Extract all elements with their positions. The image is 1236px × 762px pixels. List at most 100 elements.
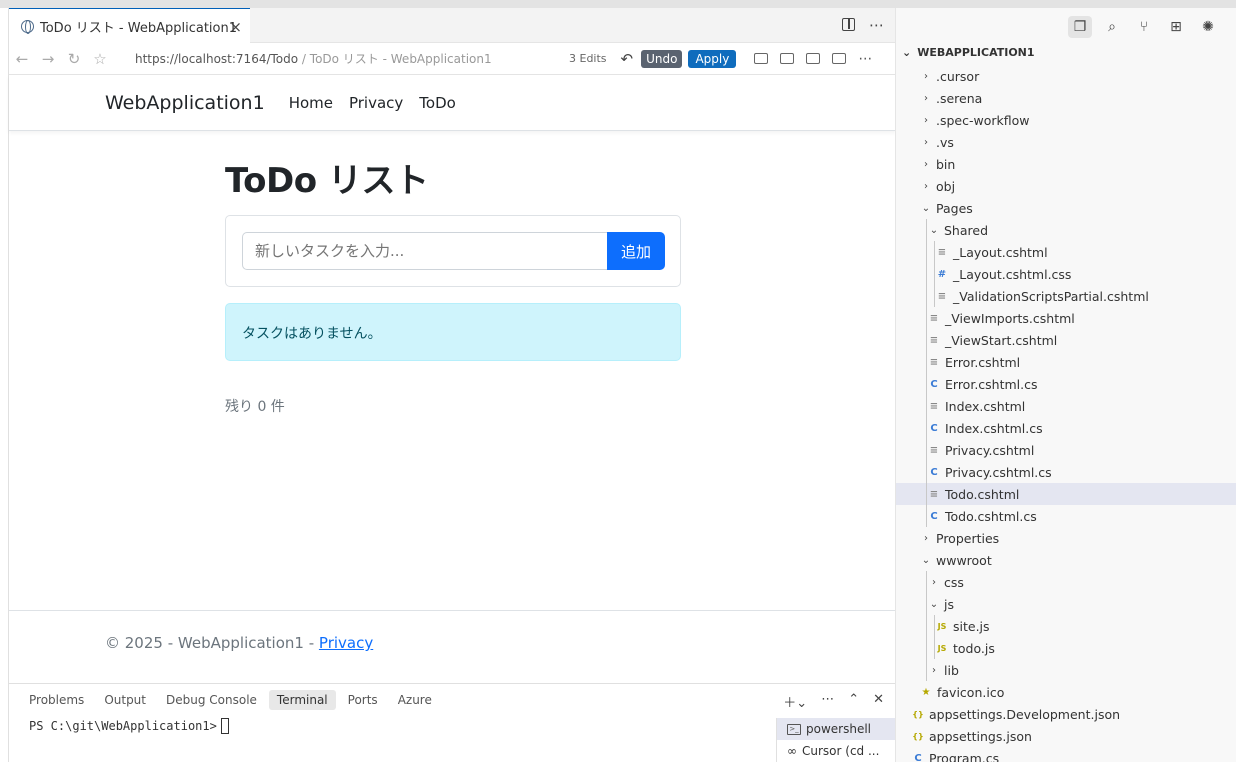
tree-item[interactable]: › Properties [896,527,1236,549]
file-lines-icon: ≡ [937,246,947,258]
indent-guide [926,637,927,659]
site-brand[interactable]: WebApplication1 [105,92,265,114]
terminal-item-powershell[interactable]: >_ powershell [777,718,896,740]
search-icon[interactable]: ⌕ [1100,16,1124,38]
chevron-right-icon: › [924,92,928,104]
tree-item-label: .vs [936,134,954,150]
nav-home[interactable]: Home [289,94,333,112]
tab-azure[interactable]: Azure [390,690,440,710]
tree-item[interactable]: JS site.js [896,615,1236,637]
tree-item[interactable]: ≡ Privacy.cshtml [896,439,1236,461]
maximize-panel-icon[interactable]: ⌃ [848,692,859,711]
files-icon[interactable]: ❐ [1068,16,1092,38]
tree-item-label: wwwroot [936,552,992,568]
task-input[interactable] [242,232,608,270]
tree-item[interactable]: › .spec-workflow [896,109,1236,131]
tree-item[interactable]: › .cursor [896,65,1236,87]
forward-icon[interactable]: → [35,50,61,68]
window-top-strip [0,0,1236,8]
tab-output[interactable]: Output [96,690,154,710]
empty-alert: タスクはありません。 [225,303,681,361]
close-panel-icon[interactable]: ✕ [873,692,884,711]
nav-todo[interactable]: ToDo [419,94,456,112]
tree-item[interactable]: C Error.cshtml.cs [896,373,1236,395]
panel-more-icon[interactable]: ⋯ [821,692,834,711]
explorer-title: WEBAPPLICATION1 [917,46,1035,59]
tree-item[interactable]: ≡ Index.cshtml [896,395,1236,417]
browser-tab-title: ToDo リスト - WebApplication1 [40,21,237,36]
tab-ports[interactable]: Ports [340,690,386,710]
tree-item[interactable]: C Privacy.cshtml.cs [896,461,1236,483]
tree-item[interactable]: # _Layout.cshtml.css [896,263,1236,285]
tree-item[interactable]: ⌄ Shared [896,219,1236,241]
tree-item-label: _ViewStart.cshtml [945,332,1058,348]
json-braces-icon: {} [912,709,924,719]
sidebar-toggle-icon[interactable] [832,53,847,64]
terminal-name: Cursor (cd ... [802,744,880,758]
split-editor-icon[interactable] [842,18,855,31]
sidebar-toolbar: ❐ ⌕ ⑂ ⊞ ✺ [1068,16,1220,38]
tree-item[interactable]: › .serena [896,87,1236,109]
tree-item[interactable]: ≡ Todo.cshtml [896,483,1236,505]
more-actions-icon[interactable]: ⋯ [869,16,884,34]
tree-item[interactable]: ≡ _ValidationScriptsPartial.cshtml [896,285,1236,307]
tree-item[interactable]: ≡ Error.cshtml [896,351,1236,373]
tree-item[interactable]: {} appsettings.Development.json [896,703,1236,725]
undo-button[interactable]: Undo [641,49,683,68]
editor-tab-bar: ToDo リスト - WebApplication1 × ⋯ [9,8,896,44]
close-icon[interactable]: × [229,18,242,36]
tree-item[interactable]: C Program.cs [896,747,1236,762]
tree-item[interactable]: ⌄ wwwroot [896,549,1236,571]
indent-guide [926,373,927,395]
javascript-icon: JS [937,621,947,631]
source-control-icon[interactable]: ⑂ [1132,16,1156,38]
console-icon[interactable] [806,53,821,64]
screenshot-icon[interactable] [780,53,795,64]
apply-button[interactable]: Apply [688,49,737,68]
star-icon[interactable]: ☆ [87,50,113,68]
tree-item[interactable]: ★ favicon.ico [896,681,1236,703]
tree-item[interactable]: › bin [896,153,1236,175]
terminal-item-cursor[interactable]: ∞ Cursor (cd ... [777,740,896,762]
tree-item[interactable]: ≡ _ViewStart.cshtml [896,329,1236,351]
add-button[interactable]: 追加 [607,232,665,270]
tree-item[interactable]: C Todo.cshtml.cs [896,505,1236,527]
chevron-right-icon: › [924,70,928,82]
tab-problems[interactable]: Problems [21,690,92,710]
tab-debug-console[interactable]: Debug Console [158,690,265,710]
tree-item[interactable]: › .vs [896,131,1236,153]
file-tree: › .cursor › .serena › .spec-workflow › .vs › bin ›… [896,65,1236,762]
ai-assistant-icon[interactable]: ✺ [1196,16,1220,38]
select-element-icon[interactable] [754,53,769,64]
tree-item[interactable]: ≡ _ViewImports.cshtml [896,307,1236,329]
tree-item[interactable]: › css [896,571,1236,593]
browser-tab[interactable]: ToDo リスト - WebApplication1 × [9,8,250,44]
tree-item-label: .serena [936,90,983,106]
undo-icon[interactable]: ↶ [621,50,634,68]
url-field[interactable]: https://localhost:7164/Todo / ToDo リスト -… [135,50,565,67]
chevron-right-icon: › [924,158,928,170]
tree-item[interactable]: › lib [896,659,1236,681]
javascript-icon: JS [937,643,947,653]
terminal-output[interactable]: PS C:\git\WebApplication1> [29,718,229,734]
extensions-icon[interactable]: ⊞ [1164,16,1188,38]
reload-icon[interactable]: ↻ [61,50,87,68]
back-icon[interactable]: ← [9,50,35,68]
new-terminal-icon[interactable]: ＋⌄ [783,692,807,711]
chevron-right-icon: › [924,114,928,126]
tree-item[interactable]: ≡ _Layout.cshtml [896,241,1236,263]
tree-item[interactable]: › obj [896,175,1236,197]
footer-privacy-link[interactable]: Privacy [319,634,373,652]
tree-item[interactable]: {} appsettings.json [896,725,1236,747]
explorer-header[interactable]: ⌄ WEBAPPLICATION1 [902,46,1035,59]
tree-item[interactable]: ⌄ js [896,593,1236,615]
indent-guide [926,593,927,615]
browser-more-icon[interactable]: ⋯ [858,51,872,67]
tree-item[interactable]: C Index.cshtml.cs [896,417,1236,439]
terminal-list: >_ powershell ∞ Cursor (cd ... [776,718,896,762]
tree-item[interactable]: ⌄ Pages [896,197,1236,219]
indent-guide [926,263,927,285]
tree-item[interactable]: JS todo.js [896,637,1236,659]
tab-terminal[interactable]: Terminal [268,690,336,710]
nav-privacy[interactable]: Privacy [349,94,403,112]
